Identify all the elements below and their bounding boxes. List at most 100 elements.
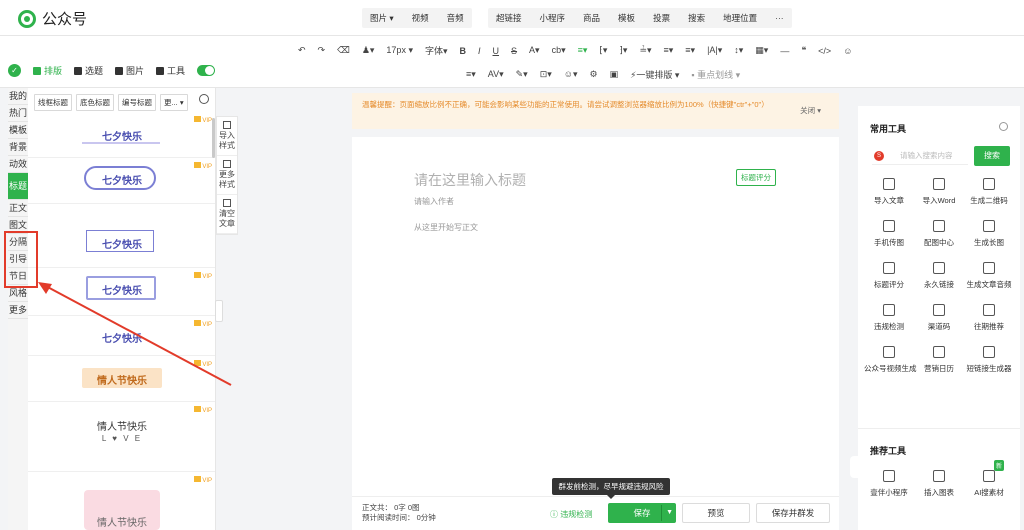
highlight-line-button[interactable]: ▪ 重点划线 ▾ — [691, 68, 740, 81]
list-bullet-button[interactable]: ≡▾ — [685, 45, 695, 56]
tool-insert-chart[interactable]: 插入图表 — [914, 470, 964, 498]
insert-template-button[interactable]: 模板 — [618, 12, 635, 24]
tool-import-article[interactable]: 导入文章 — [864, 178, 914, 206]
save-and-send-button[interactable]: 保存并群发 — [756, 503, 830, 523]
quote-button[interactable]: ❝ — [801, 45, 806, 56]
tool-long-image[interactable]: 生成长图 — [964, 220, 1014, 248]
insert-search-button[interactable]: 搜索 — [688, 12, 705, 24]
line-height-button[interactable]: ≟▾ — [639, 45, 651, 56]
nav-animation[interactable]: 动效 — [8, 156, 28, 173]
strikethrough-button[interactable]: S — [511, 46, 517, 56]
nav-background[interactable]: 背景 — [8, 139, 28, 156]
panel-scrollbar[interactable] — [212, 118, 215, 158]
insert-miniprogram-button[interactable]: 小程序 — [540, 12, 566, 24]
align-button[interactable]: ≡▾ — [578, 45, 588, 56]
title-input[interactable]: 请在这里输入标题 — [414, 170, 526, 190]
panel-toggle[interactable] — [197, 65, 216, 76]
tool-search-input[interactable]: S 请输入搜索内容 — [872, 147, 968, 165]
style-card[interactable]: VIP 七夕快乐 — [28, 112, 215, 158]
clear-article-button[interactable]: 清空文章 — [217, 195, 237, 234]
tool-marketing-calendar[interactable]: 营销日历 — [914, 346, 964, 374]
tool-miniprogram[interactable]: 壹伴小程序 — [864, 470, 914, 498]
gear-icon[interactable] — [999, 122, 1008, 131]
letter-spacing-button[interactable]: |A|▾ — [707, 45, 722, 56]
paragraph-spacing-button[interactable]: ↕▾ — [734, 45, 743, 56]
nav-template[interactable]: 模板 — [8, 122, 28, 139]
sticker-button[interactable]: ☺▾ — [564, 69, 578, 80]
indent-left-button[interactable]: ⁅▾ — [599, 45, 607, 56]
underline-button[interactable]: U — [493, 46, 500, 56]
tab-tools[interactable]: 工具 — [156, 64, 185, 77]
list-ordered-button[interactable]: ≡▾ — [664, 45, 674, 56]
chip-more[interactable]: 更... ▾ — [160, 94, 188, 111]
search-icon[interactable] — [199, 94, 209, 104]
insert-audio-button[interactable]: 音频 — [447, 12, 464, 24]
app-logo[interactable]: 公众号 — [18, 8, 87, 29]
nav-more[interactable]: 更多 — [8, 302, 28, 319]
insert-image-button[interactable]: 图片 ▾ — [370, 12, 394, 24]
style-card[interactable]: VIP 情人节快乐 — [28, 472, 215, 530]
insert-location-button[interactable]: 地理位置 — [723, 12, 757, 24]
insert-vote-button[interactable]: 投票 — [653, 12, 670, 24]
insert-link-button[interactable]: 超链接 — [496, 12, 522, 24]
settings-icon[interactable]: ⚙ — [589, 69, 597, 80]
tool-short-link[interactable]: 短链接生成器 — [964, 346, 1014, 374]
align-menu-button[interactable]: ≡▾ — [466, 69, 476, 80]
compliance-check-button[interactable]: ⓘ 违规检测 — [550, 509, 592, 520]
warning-close-button[interactable]: 关闭 ▾ — [800, 105, 821, 116]
tab-layout[interactable]: 排版 — [33, 64, 62, 77]
chip-frame-title[interactable]: 线框标题 — [34, 94, 72, 111]
expand-handle[interactable] — [850, 456, 858, 478]
font-size-select[interactable]: 17px ▾ — [386, 45, 413, 56]
magic-button[interactable]: ✎▾ — [516, 69, 528, 80]
nav-body[interactable]: 正文 — [8, 200, 28, 217]
more-style-button[interactable]: 更多样式 — [217, 156, 237, 195]
tool-search-button[interactable]: 搜索 — [974, 146, 1010, 166]
chip-color-title[interactable]: 底色标题 — [76, 94, 114, 111]
italic-button[interactable]: I — [478, 46, 481, 56]
tool-title-score[interactable]: 标题评分 — [864, 262, 914, 290]
clear-format-button[interactable]: ♟▾ — [362, 45, 375, 56]
format-painter-button[interactable]: ⌫ — [337, 45, 350, 56]
tool-compliance-check[interactable]: 违规检测 — [864, 304, 914, 332]
style-card[interactable]: VIP 情人节快乐 L ♥ V E — [28, 402, 215, 472]
tool-past-recommend[interactable]: 往期推荐 — [964, 304, 1014, 332]
tab-topic[interactable]: 选题 — [74, 64, 103, 77]
save-dropdown-icon[interactable]: ▼ — [666, 503, 673, 523]
tool-permalink[interactable]: 永久链接 — [914, 262, 964, 290]
image-style-button[interactable]: ⊡▾ — [540, 69, 552, 80]
save-button[interactable]: 保存 ▼ — [608, 503, 676, 523]
insert-product-button[interactable]: 商品 — [583, 12, 600, 24]
nav-mine[interactable]: 我的 — [8, 88, 28, 105]
nav-hot[interactable]: 热门 — [8, 105, 28, 122]
emoji-button[interactable]: ☺ — [843, 46, 852, 56]
tab-image[interactable]: 图片 — [115, 64, 144, 77]
tool-video-generate[interactable]: 公众号视频生成 — [864, 346, 917, 374]
tool-image-center[interactable]: 配图中心 — [914, 220, 964, 248]
insert-video-button[interactable]: 视频 — [412, 12, 429, 24]
tool-qrcode[interactable]: 生成二维码 — [964, 178, 1014, 206]
tool-channel-code[interactable]: 渠道码 — [914, 304, 964, 332]
one-click-layout-button[interactable]: ⚡一键排版 ▾ — [630, 68, 679, 81]
import-style-button[interactable]: 导入样式 — [217, 117, 237, 156]
font-color-button[interactable]: A▾ — [529, 45, 540, 56]
tool-ai-search[interactable]: AI搜素材 — [964, 470, 1014, 498]
bold-button[interactable]: B — [460, 46, 467, 56]
char-spacing-button[interactable]: AV▾ — [488, 69, 504, 80]
chip-number-title[interactable]: 编号标题 — [118, 94, 156, 111]
code-button[interactable]: </> — [818, 46, 831, 56]
tool-import-word[interactable]: 导入Word — [914, 178, 964, 206]
divider-button[interactable]: — — [780, 46, 789, 56]
undo-button[interactable]: ↶ — [298, 45, 306, 56]
toolbox-icon[interactable]: ▣ — [610, 69, 619, 80]
preview-button[interactable]: 预览 — [682, 503, 750, 523]
tool-phone-upload[interactable]: 手机传图 — [864, 220, 914, 248]
indent-right-button[interactable]: ⁆▾ — [619, 45, 627, 56]
style-card[interactable]: VIP 七夕快乐 — [28, 158, 215, 204]
background-color-button[interactable]: cb▾ — [552, 45, 566, 56]
table-button[interactable]: ▦▾ — [755, 45, 768, 56]
more-insert-button[interactable]: ··· — [775, 13, 784, 23]
editor-area[interactable]: 请在这里输入标题 标题评分 请输入作者 从这里开始写正文 — [352, 137, 839, 530]
redo-button[interactable]: ↷ — [318, 45, 326, 56]
style-card[interactable]: 七夕快乐 — [28, 204, 215, 268]
